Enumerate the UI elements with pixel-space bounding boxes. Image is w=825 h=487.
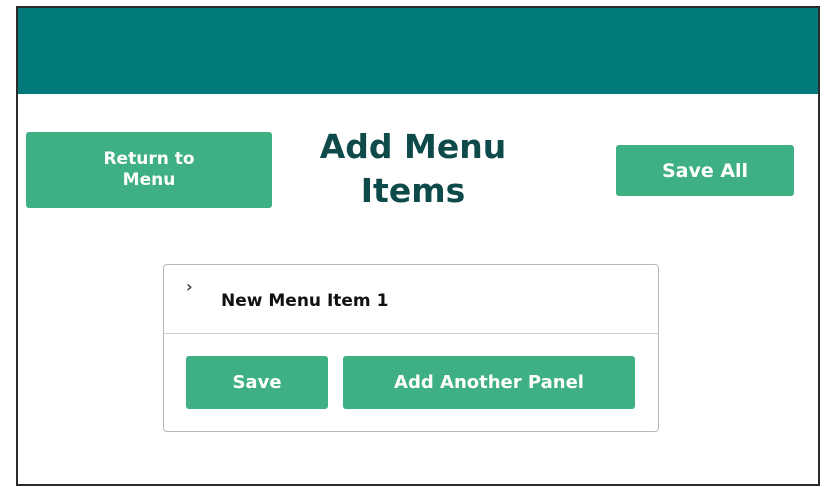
menu-item-title: New Menu Item 1	[221, 291, 389, 311]
menu-item-panel-header[interactable]: › New Menu Item 1	[164, 265, 658, 334]
save-all-button[interactable]: Save All	[616, 145, 794, 196]
return-to-menu-button[interactable]: Return to Menu	[26, 132, 272, 208]
menu-item-panel: › New Menu Item 1 Save Add Another Panel	[163, 264, 659, 432]
page-title: Add Menu Items	[319, 127, 507, 210]
header-bar	[18, 8, 818, 94]
app-frame: Return to Menu Add Menu Items Save All ›…	[16, 6, 820, 486]
chevron-right-icon[interactable]: ›	[186, 277, 193, 297]
save-button[interactable]: Save	[186, 356, 328, 409]
add-another-panel-button[interactable]: Add Another Panel	[343, 356, 635, 409]
